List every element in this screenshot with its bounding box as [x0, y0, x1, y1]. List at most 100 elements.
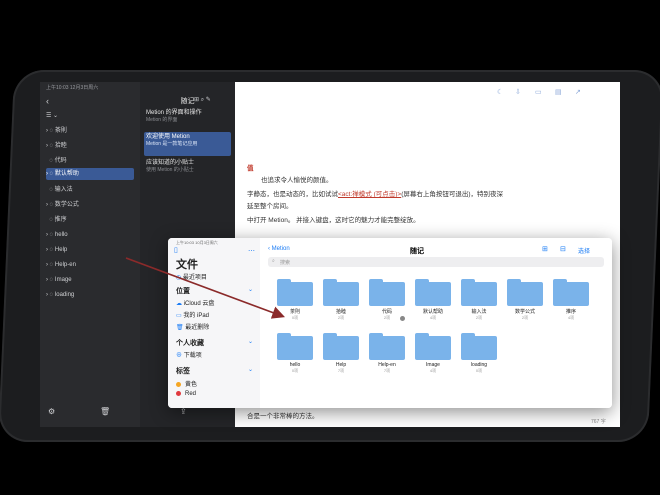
folder-count: 2项	[337, 315, 345, 320]
folder-item[interactable]: 拾睦 2项	[320, 279, 362, 321]
grid-view-icon[interactable]: ⊟	[560, 245, 566, 253]
sidebar-item-label: 数学公式	[54, 202, 79, 208]
location-label: 最近删除	[185, 325, 210, 331]
note-title: Metion 的界面和操作	[146, 110, 202, 116]
favorites-header: 个人收藏	[176, 340, 204, 347]
folder-sidebar: 上午10:03 12月3日周六 ‹ ☰ ⌄ › ◌ 茶則 › ◌ 拾睦 ◌ 代码…	[40, 82, 140, 427]
tag-yellow[interactable]: 黄色	[176, 379, 197, 388]
export-icon[interactable]: ↗	[575, 88, 581, 96]
folder-count: 7项	[383, 368, 391, 373]
moon-icon[interactable]: ☾	[497, 88, 503, 96]
sidebar-item-0[interactable]: › ◌ 茶則	[46, 125, 134, 137]
folder-icon	[553, 279, 589, 306]
folder-item[interactable]: Help 7项	[320, 333, 362, 374]
note-item-0[interactable]: Metion 的界面和操作 Metion 的界面	[144, 108, 231, 130]
more-icon[interactable]: ⋯	[248, 247, 255, 255]
editor-line-1: 也追求令人愉悦的颜值。	[261, 177, 333, 184]
folder-icon	[277, 279, 313, 306]
folder-item[interactable]: loading 0项	[458, 333, 500, 374]
back-button[interactable]: ‹ Metion	[268, 246, 290, 252]
yellow-dot-icon	[176, 381, 181, 387]
note-item-2[interactable]: 应该知道的小贴士 使用 Metion 的小贴士	[144, 158, 231, 180]
folder-item[interactable]: Image 4项	[412, 333, 454, 374]
sidebar-item-label: loading	[54, 292, 75, 298]
search-placeholder: 搜索	[280, 259, 291, 266]
sidebar-item-label: 代码	[54, 158, 67, 164]
files-status-time: 上午10:03 10月3日周六	[176, 240, 218, 245]
back-label: Metion	[271, 246, 290, 252]
note-title: 欢迎使用 Metion	[146, 134, 190, 140]
sidebar-item-7[interactable]: › ◌ hello	[46, 229, 134, 241]
sidebar-item-11[interactable]: › ◌ loading	[46, 289, 134, 301]
files-browser: ‹ Metion 随记 ⊞ ⊟ 选择 ⌕ 搜索 茶則 0项 拾睦 2项 代码 2项 默…	[260, 238, 612, 408]
folder-item[interactable]: Help-en 7项	[366, 333, 408, 374]
sidebar-item-1[interactable]: › ◌ 拾睦	[46, 140, 134, 152]
folder-count: 0项	[291, 315, 299, 320]
folder-item[interactable]: 输入法 2项	[458, 279, 500, 321]
editor-line-3: 延至整个房间。	[247, 203, 293, 210]
sidebar-item-4[interactable]: ◌ 输入法	[46, 184, 134, 196]
location-ipad[interactable]: ▭ 我的 iPad	[176, 310, 209, 319]
sidebar-item-3[interactable]: › ◌ 默认帮助	[46, 168, 134, 180]
folder-icon	[415, 279, 451, 306]
sidebar-item-label: hello	[54, 232, 68, 238]
files-app-window: 上午10:03 10月3日周六 ▯ ⋯ 文件 ◷ 最近项目 位置 ⌄ ☁ iCl…	[168, 238, 612, 408]
favorite-downloads[interactable]: ⊕ 下载项	[176, 350, 202, 359]
location-deleted[interactable]: 🗑 最近删除	[176, 322, 209, 331]
folder-name: 默认帮助	[422, 309, 443, 315]
sidebar-item-label: 推序	[54, 217, 67, 223]
folder-count: 7项	[337, 368, 345, 373]
cloud-icon: ☁	[176, 301, 182, 307]
location-icloud[interactable]: ☁ iCloud 云盘	[176, 298, 214, 307]
folder-name: 推序	[565, 309, 576, 315]
folder-title: 随记	[410, 248, 424, 255]
tag-label: Red	[185, 391, 197, 398]
sidebar-item-2[interactable]: ◌ 代码	[46, 155, 134, 167]
sort-icon[interactable]: ⊞ ⌕ ✎	[194, 96, 211, 104]
trash-icon[interactable]: 🗑	[100, 407, 110, 416]
sidebar-item-label: Help	[54, 247, 68, 253]
folder-item[interactable]: 默认帮助 4项	[412, 279, 454, 321]
share-icon[interactable]: ⇪	[180, 407, 187, 416]
folder-name: 代码	[381, 309, 392, 315]
sidebar-toggle-icon[interactable]: ▯	[174, 246, 178, 254]
red-dot-icon	[176, 391, 181, 396]
tray-icon[interactable]: ▭	[535, 88, 542, 96]
collapse-chevron-icon[interactable]: ⌄	[248, 366, 253, 373]
zen-mode-link[interactable]: <act:禅模式 (可点击)>	[338, 191, 401, 198]
sidebar-item-8[interactable]: › ◌ Help	[46, 244, 134, 256]
folder-name: 输入法	[471, 309, 487, 315]
inbox-icon[interactable]: ▤	[555, 88, 562, 96]
sidebar-item-10[interactable]: › ◌ Image	[46, 274, 134, 286]
search-input[interactable]: ⌕ 搜索	[268, 257, 604, 267]
note-item-1[interactable]: 欢迎使用 Metion Metion 是一款笔记应用	[144, 132, 231, 156]
sidebar-item-5[interactable]: › ◌ 数学公式	[46, 199, 134, 211]
editor-line-2: 字静态，也是动态的，比如试试<act:禅模式 (可点击)>(屏幕右上角按钮可退出…	[247, 188, 503, 198]
folder-item[interactable]: 茶則 0项	[274, 279, 316, 321]
collapse-chevron-icon[interactable]: ⌄	[248, 338, 253, 345]
favorite-label: 下载项	[183, 353, 202, 359]
folder-item[interactable]: hello 0项	[274, 333, 316, 374]
folder-item[interactable]: 数学公式 2项	[504, 279, 546, 321]
sidebar-item-6[interactable]: ◌ 推序	[46, 214, 134, 226]
recent-items[interactable]: ◷ 最近项目	[176, 272, 207, 281]
folder-icon	[507, 279, 543, 306]
word-count: 767 字	[591, 419, 606, 425]
settings-gear-icon[interactable]: ⚙	[48, 407, 55, 416]
tag-label: 黄色	[185, 382, 198, 388]
editor-text: 字静态，也是动态的，比如试试	[247, 191, 338, 198]
editor-line-bottom: 合是一个非常棒的方法。	[247, 413, 319, 420]
list-icon[interactable]: ☰ ⌄	[46, 112, 58, 119]
folder-item[interactable]: 推序 4项	[550, 279, 592, 321]
select-button[interactable]: 选择	[578, 246, 590, 255]
tag-red[interactable]: Red	[176, 391, 196, 397]
note-snippet: 使用 Metion 的小贴士	[146, 167, 194, 173]
folder-name: 茶則	[289, 309, 300, 315]
download-icon[interactable]: ⇩	[515, 88, 521, 96]
new-folder-icon[interactable]: ⊞	[542, 245, 548, 253]
back-chevron-icon[interactable]: ‹	[46, 96, 49, 106]
files-title: 文件	[176, 259, 198, 271]
sidebar-item-9[interactable]: › ◌ Help-en	[46, 259, 134, 271]
collapse-chevron-icon[interactable]: ⌄	[248, 286, 253, 293]
sidebar-item-label: 默认帮助	[54, 171, 79, 177]
